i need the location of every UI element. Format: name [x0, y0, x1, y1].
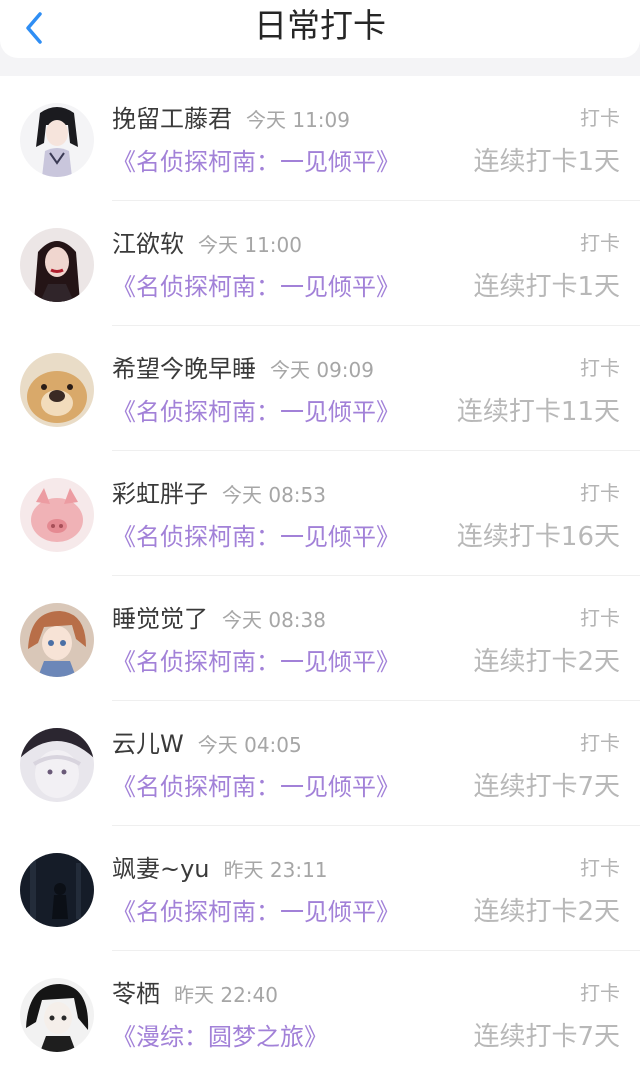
user-name[interactable]: 挽留工藤君: [112, 105, 232, 133]
user-name[interactable]: 苓栖: [112, 980, 160, 1008]
timestamp: 今天 11:09: [246, 108, 350, 132]
checkin-item[interactable]: 希望今晚早睡 今天 09:09 打卡 《名侦探柯南：一见倾平》 连续打卡11天: [0, 326, 640, 451]
book-title-link[interactable]: 《名侦探柯南：一见倾平》: [112, 644, 400, 680]
checkin-tag: 打卡: [580, 481, 620, 505]
checkin-item[interactable]: 睡觉觉了 今天 08:38 打卡 《名侦探柯南：一见倾平》 连续打卡2天: [0, 576, 640, 701]
user-name[interactable]: 江欲软: [112, 230, 184, 258]
user-name-row: 彩虹胖子 今天 08:53: [112, 477, 326, 512]
streak-count: 连续打卡11天: [456, 397, 620, 427]
streak-count: 连续打卡7天: [473, 772, 620, 802]
user-name[interactable]: 云儿W: [112, 730, 184, 758]
timestamp: 昨天 22:40: [174, 983, 278, 1007]
user-name-row: 挽留工藤君 今天 11:09: [112, 102, 350, 137]
avatar[interactable]: [20, 103, 94, 177]
avatar[interactable]: [20, 478, 94, 552]
checkin-tag: 打卡: [580, 856, 620, 880]
streak-count: 连续打卡7天: [473, 1022, 620, 1052]
user-name-row: 飒妻~yu 昨天 23:11: [112, 852, 328, 887]
checkin-item[interactable]: 彩虹胖子 今天 08:53 打卡 《名侦探柯南：一见倾平》 连续打卡16天: [0, 451, 640, 576]
checkin-item[interactable]: 飒妻~yu 昨天 23:11 打卡 《名侦探柯南：一见倾平》 连续打卡2天: [0, 826, 640, 951]
streak-count: 连续打卡1天: [473, 147, 620, 177]
user-name-row: 苓栖 昨天 22:40: [112, 977, 278, 1012]
book-title-link[interactable]: 《漫综：圆梦之旅》: [112, 1019, 328, 1055]
avatar[interactable]: [20, 728, 94, 802]
user-name[interactable]: 飒妻~yu: [112, 855, 210, 883]
streak-count: 连续打卡2天: [473, 897, 620, 927]
book-title-link[interactable]: 《名侦探柯南：一见倾平》: [112, 394, 400, 430]
top-bar: 日常打卡: [0, 0, 640, 58]
user-name-row: 云儿W 今天 04:05: [112, 727, 302, 762]
user-name-row: 江欲软 今天 11:00: [112, 227, 302, 262]
user-name[interactable]: 彩虹胖子: [112, 480, 208, 508]
user-name[interactable]: 睡觉觉了: [112, 605, 208, 633]
user-name-row: 睡觉觉了 今天 08:38: [112, 602, 326, 637]
avatar[interactable]: [20, 228, 94, 302]
checkin-tag: 打卡: [580, 356, 620, 380]
checkin-item[interactable]: 云儿W 今天 04:05 打卡 《名侦探柯南：一见倾平》 连续打卡7天: [0, 701, 640, 826]
book-title-link[interactable]: 《名侦探柯南：一见倾平》: [112, 769, 400, 805]
timestamp: 今天 08:53: [222, 483, 326, 507]
streak-count: 连续打卡1天: [473, 272, 620, 302]
checkin-tag: 打卡: [580, 731, 620, 755]
avatar[interactable]: [20, 603, 94, 677]
timestamp: 今天 04:05: [197, 733, 302, 757]
streak-count: 连续打卡2天: [473, 647, 620, 677]
book-title-link[interactable]: 《名侦探柯南：一见倾平》: [112, 519, 400, 555]
avatar[interactable]: [20, 353, 94, 427]
checkin-tag: 打卡: [580, 606, 620, 630]
checkin-list: 挽留工藤君 今天 11:09 打卡 《名侦探柯南：一见倾平》 连续打卡1天 江欲软…: [0, 76, 640, 1083]
timestamp: 今天 08:38: [222, 608, 326, 632]
user-name-row: 希望今晚早睡 今天 09:09: [112, 352, 374, 387]
streak-count: 连续打卡16天: [456, 522, 620, 552]
checkin-item[interactable]: 苓栖 昨天 22:40 打卡 《漫综：圆梦之旅》 连续打卡7天: [0, 951, 640, 1076]
timestamp: 今天 09:09: [270, 358, 374, 382]
page-title: 日常打卡: [254, 6, 386, 45]
avatar[interactable]: [20, 978, 94, 1052]
book-title-link[interactable]: 《名侦探柯南：一见倾平》: [112, 269, 400, 305]
avatar[interactable]: [20, 853, 94, 927]
checkin-tag: 打卡: [580, 981, 620, 1005]
user-name[interactable]: 希望今晚早睡: [112, 355, 256, 383]
checkin-item[interactable]: 挽留工藤君 今天 11:09 打卡 《名侦探柯南：一见倾平》 连续打卡1天: [0, 76, 640, 201]
book-title-link[interactable]: 《名侦探柯南：一见倾平》: [112, 894, 400, 930]
timestamp: 昨天 23:11: [223, 858, 328, 882]
checkin-tag: 打卡: [580, 231, 620, 255]
checkin-tag: 打卡: [580, 106, 620, 130]
checkin-item[interactable]: 江欲软 今天 11:00 打卡 《名侦探柯南：一见倾平》 连续打卡1天: [0, 201, 640, 326]
timestamp: 今天 11:00: [198, 233, 302, 257]
book-title-link[interactable]: 《名侦探柯南：一见倾平》: [112, 144, 400, 180]
